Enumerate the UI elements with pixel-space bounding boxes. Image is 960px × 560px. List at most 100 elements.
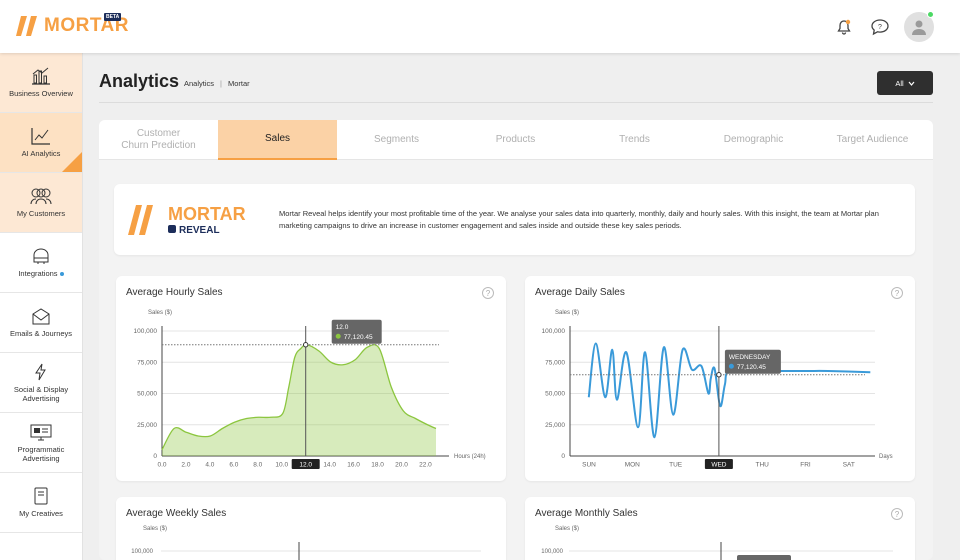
tab-target-audience[interactable]: Target Audience (813, 120, 932, 160)
x-tick-label: 12.0 (299, 462, 312, 469)
notifications-button[interactable] (832, 15, 856, 39)
tooltip-title: 12.0 (336, 324, 349, 331)
user-icon (912, 20, 926, 35)
daily-sales-card: Average Daily Sales ? Sales ($) 0 25,000 50… (525, 276, 915, 481)
series-area (162, 344, 436, 456)
highlight-point (303, 342, 309, 348)
tab-trends[interactable]: Trends (575, 120, 694, 160)
lightning-icon (35, 363, 46, 380)
y-axis-label: Sales ($) (555, 526, 579, 532)
mortar-logo[interactable]: MORTAR BETA (16, 13, 129, 37)
integrations-icon (33, 248, 49, 264)
hourly-sales-chart: Sales ($) 0 25,000 50,000 75,000 100,000 0.0 2.… (134, 310, 486, 469)
tab-products[interactable]: Products (456, 120, 575, 160)
page-title: Analytics (99, 71, 180, 91)
svg-text:?: ? (878, 24, 882, 31)
monitor-icon (30, 424, 52, 440)
y-tick-label: 75,000 (137, 359, 157, 366)
tooltip-value: 77,120.45 (344, 334, 373, 341)
sidebar-item-label: Business Overview (9, 89, 73, 98)
tab-segments[interactable]: Segments (337, 120, 456, 160)
chat-icon: ? (871, 19, 889, 36)
y-tick-label: 25,000 (137, 422, 157, 429)
x-tick-label: FRI (800, 462, 811, 469)
y-tick-label: 50,000 (137, 391, 157, 398)
y-tick-label: 25,000 (545, 422, 565, 429)
reveal-brand-text: MORTAR (168, 205, 246, 224)
sidebar-item-ai-analytics[interactable]: AI Analytics (0, 113, 82, 173)
tab-sales[interactable]: Sales (218, 120, 337, 160)
tooltip-value: 77,120.45 (737, 364, 766, 371)
x-tick-label: 8.0 (253, 462, 262, 469)
sidebar-item-label: Social & Display Advertising (13, 384, 69, 403)
weekly-sales-card: Average Weekly Sales Sales ($) 100,000 (116, 497, 506, 560)
mortar-reveal-banner: MORTAR REVEAL Mortar Reveal helps identi… (114, 184, 915, 255)
filter-dropdown-label: All (895, 78, 904, 88)
filter-dropdown[interactable]: All (877, 71, 933, 95)
tooltip-swatch (728, 363, 734, 369)
tooltip-swatch (335, 333, 341, 339)
hourly-sales-card: Average Hourly Sales ? Sales ($) 0 25,000 5… (116, 276, 506, 481)
x-tick-label: 4.0 (205, 462, 214, 469)
chevron-down-icon (908, 81, 915, 86)
mortar-logo-mark (16, 16, 37, 36)
y-tick-label: 100,000 (134, 328, 158, 335)
sidebar: Business Overview AI Analytics My Custom… (0, 53, 83, 560)
y-tick-label: 100,000 (542, 328, 566, 335)
x-tick-label: 10.0 (275, 462, 288, 469)
highlight-point (716, 372, 722, 378)
sidebar-item-label: My Creatives (19, 509, 63, 518)
sidebar-item-label: My Customers (16, 209, 66, 218)
x-tick-label: 16.0 (347, 462, 360, 469)
y-tick-label: 0 (561, 453, 565, 460)
x-tick-label: 0.0 (157, 462, 166, 469)
y-axis-label: Sales ($) (555, 310, 579, 316)
sidebar-item-programmatic[interactable]: Programmatic Advertising (0, 413, 82, 473)
email-icon (32, 308, 50, 325)
sidebar-item-social-display[interactable]: Social & Display Advertising (0, 353, 82, 413)
breadcrumb: Analytics | Mortar (184, 79, 250, 88)
header-divider (99, 102, 933, 103)
tooltip-box (737, 555, 791, 560)
beta-badge: BETA (104, 13, 122, 21)
main-content: Analytics Analytics | Mortar All Custome… (83, 53, 960, 560)
analytics-tabs: Customer Churn Prediction Sales Segments… (99, 120, 933, 160)
document-icon (34, 487, 48, 505)
y-axis-label: Sales ($) (143, 526, 167, 532)
sidebar-item-my-customers[interactable]: My Customers (0, 173, 82, 233)
sidebar-item-business-overview[interactable]: Business Overview (0, 53, 82, 113)
x-tick-label: MON (625, 462, 640, 469)
sidebar-item-my-creatives[interactable]: My Creatives (0, 473, 82, 533)
daily-sales-chart: Sales ($) 0 25,000 50,000 75,000 100,000 SUN MO… (542, 310, 893, 469)
reveal-description: Mortar Reveal helps identify your most p… (279, 209, 879, 230)
sidebar-item-label: AI Analytics (21, 149, 61, 158)
online-status-dot (927, 11, 934, 18)
integrations-status-dot (59, 272, 64, 277)
user-avatar[interactable] (904, 11, 934, 42)
x-tick-label: 2.0 (181, 462, 190, 469)
sidebar-item-emails-journeys[interactable]: Emails & Journeys (0, 293, 82, 353)
x-axis-label: Hours (24h) (454, 454, 486, 460)
breadcrumb-item[interactable]: Analytics (184, 79, 214, 88)
reveal-sub-text: REVEAL (179, 225, 220, 236)
tooltip-title: WEDNESDAY (729, 354, 771, 361)
weekly-sales-chart: Sales ($) 100,000 (131, 526, 481, 560)
x-tick-label: 22.0 (419, 462, 432, 469)
tab-customer-churn[interactable]: Customer Churn Prediction (99, 120, 218, 160)
y-tick-label: 100,000 (541, 549, 563, 555)
breadcrumb-item[interactable]: Mortar (228, 79, 250, 88)
monthly-sales-chart: Sales ($) 100,000 (541, 526, 893, 560)
sidebar-item-label: Emails & Journeys (9, 329, 73, 338)
x-tick-label: 18.0 (371, 462, 384, 469)
analytics-panel: Customer Churn Prediction Sales Segments… (99, 120, 933, 560)
sidebar-item-label: Programmatic Advertising (17, 444, 65, 463)
tab-demographic[interactable]: Demographic (694, 120, 813, 160)
line-chart-icon (31, 128, 50, 145)
sidebar-item-integrations[interactable]: Integrations (0, 233, 82, 293)
y-tick-label: 0 (153, 453, 157, 460)
messages-button[interactable]: ? (868, 15, 892, 39)
x-tick-label: 14.0 (323, 462, 336, 469)
y-tick-label: 100,000 (131, 549, 153, 555)
mortar-reveal-logo: MORTAR REVEAL (128, 204, 268, 242)
monthly-sales-card: Average Monthly Sales ? Sales ($) 100,00… (525, 497, 915, 560)
